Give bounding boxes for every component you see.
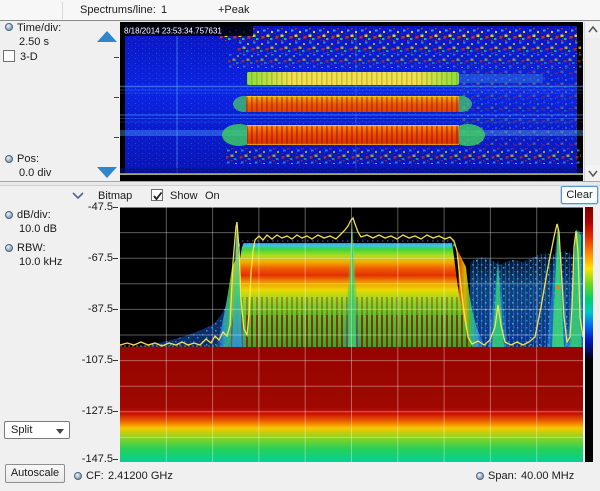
bitmap-spectrum-display[interactable] xyxy=(120,207,583,463)
db-div-label: dB/div: xyxy=(17,209,51,221)
rbw-label: RBW: xyxy=(17,242,46,254)
db-div-knob-icon[interactable] xyxy=(5,211,13,219)
density-color-legend xyxy=(585,207,593,463)
scroll-up-icon[interactable] xyxy=(585,22,600,38)
show-state-value: On xyxy=(205,190,220,202)
y-axis-tick-label: -87.5 xyxy=(63,303,113,315)
y-axis-tick-label: -47.5 xyxy=(63,201,113,213)
time-tick xyxy=(114,97,119,98)
span-knob-icon[interactable] xyxy=(476,472,484,480)
spectrums-per-line-value[interactable]: 1 xyxy=(161,4,167,16)
view-split-value: Split xyxy=(11,424,32,436)
bitmap-spectrum-canvas xyxy=(120,207,583,463)
view-split-dropdown[interactable]: Split xyxy=(4,421,70,439)
spectrogram-timestamp: 8/18/2014 23:53:34.757631 xyxy=(124,27,222,36)
autoscale-button[interactable]: Autoscale xyxy=(5,464,65,483)
y-axis-tick-label: -127.5 xyxy=(63,405,113,417)
time-div-value[interactable]: 2.50 s xyxy=(19,36,49,48)
pos-value[interactable]: 0.0 div xyxy=(19,167,51,179)
y-axis-tick xyxy=(113,309,118,310)
spectrums-per-line-label: Spectrums/line: xyxy=(80,4,156,16)
time-tick xyxy=(114,57,119,58)
show-checkbox[interactable] xyxy=(151,189,163,201)
spectrogram-canvas: 8/18/2014 23:53:34.757631 xyxy=(120,22,583,181)
toolbar-divider xyxy=(62,2,63,19)
pos-label: Pos: xyxy=(17,153,39,165)
rbw-value[interactable]: 10.0 kHz xyxy=(19,256,62,268)
span-label: Span: xyxy=(488,470,517,482)
show-label: Show xyxy=(170,190,198,202)
center-frequency-label: CF: xyxy=(86,470,104,482)
db-div-value[interactable]: 10.0 dB xyxy=(19,223,57,235)
span-value[interactable]: 40.00 MHz xyxy=(521,470,574,482)
pos-knob-icon[interactable] xyxy=(5,155,13,163)
time-div-knob-icon[interactable] xyxy=(5,23,13,31)
spectrogram-top-marker-icon[interactable] xyxy=(97,31,117,42)
spectrogram-bottom-marker-icon[interactable] xyxy=(97,167,117,178)
time-div-label: Time/div: xyxy=(17,22,61,34)
y-axis-tick-label: -107.5 xyxy=(63,354,113,366)
y-axis-tick xyxy=(113,411,118,412)
top-toolbar: Spectrums/line: 1 +Peak xyxy=(0,0,600,21)
y-axis-tick xyxy=(113,207,118,208)
spectrum-analyzer-window: Spectrums/line: 1 +Peak Time/div: 2.50 s… xyxy=(0,0,600,491)
y-axis-tick xyxy=(113,459,118,460)
three-d-checkbox[interactable] xyxy=(3,50,15,62)
status-bar: Autoscale CF: 2.41200 GHz Span: 40.00 MH… xyxy=(0,462,600,491)
time-tick xyxy=(114,137,119,138)
y-axis-tick xyxy=(113,258,118,259)
checkmark-icon xyxy=(152,191,164,202)
chevron-down-icon xyxy=(56,429,64,434)
spectrogram-display[interactable]: 8/18/2014 23:53:34.757631 xyxy=(120,22,583,181)
center-frequency-value[interactable]: 2.41200 GHz xyxy=(108,470,173,482)
y-axis-tick-label: -67.5 xyxy=(63,252,113,264)
three-d-label: 3-D xyxy=(20,51,38,63)
rbw-knob-icon[interactable] xyxy=(5,244,13,252)
chevron-down-icon[interactable] xyxy=(72,192,84,199)
scroll-down-icon[interactable] xyxy=(585,165,600,181)
y-axis-tick xyxy=(113,360,118,361)
detector-selector[interactable]: +Peak xyxy=(218,4,250,16)
cf-knob-icon[interactable] xyxy=(74,472,82,480)
clear-button[interactable]: Clear xyxy=(561,186,598,204)
spectrogram-scrollbar[interactable] xyxy=(584,22,600,181)
